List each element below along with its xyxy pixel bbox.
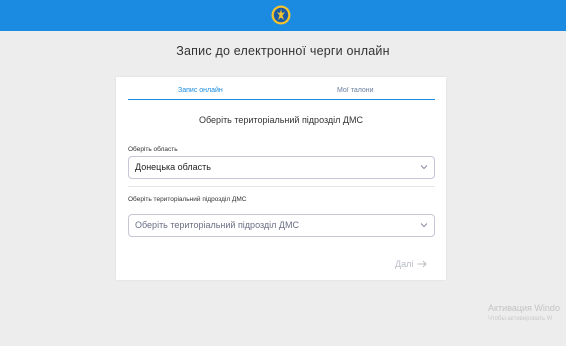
unit-label: Оберіть територіальний підрозділ ДМС: [128, 196, 247, 203]
next-label: Далі: [395, 259, 414, 269]
unit-select[interactable]: Оберіть територіальний підрозділ ДМС: [128, 214, 435, 237]
booking-card: Запис онлайн Мої талони Оберіть територі…: [116, 77, 446, 280]
form-heading: Оберіть територіальний підрозділ ДМС: [199, 115, 363, 125]
unit-placeholder: Оберіть територіальний підрозділ ДМС: [135, 220, 299, 230]
tabs: Запис онлайн Мої талони: [128, 85, 435, 100]
chevron-down-icon: [420, 223, 428, 228]
watermark-subtitle: Чтобы активировать W: [488, 316, 553, 322]
arrow-right-icon: [417, 260, 428, 268]
chevron-down-icon: [420, 165, 428, 170]
region-select[interactable]: Донецька область: [128, 156, 435, 179]
divider: [128, 186, 435, 187]
header-bar: [0, 0, 566, 31]
next-button[interactable]: Далі: [395, 257, 428, 271]
region-label: Оберіть область: [128, 146, 178, 153]
tab-my-tickets[interactable]: Мої талони: [337, 87, 374, 94]
watermark-title: Активация Windo: [488, 303, 560, 313]
page-title: Запис до електронної черги онлайн: [176, 44, 390, 58]
coat-of-arms-icon: [271, 5, 291, 25]
tab-online-booking[interactable]: Запис онлайн: [178, 87, 223, 94]
region-value: Донецька область: [135, 162, 211, 172]
